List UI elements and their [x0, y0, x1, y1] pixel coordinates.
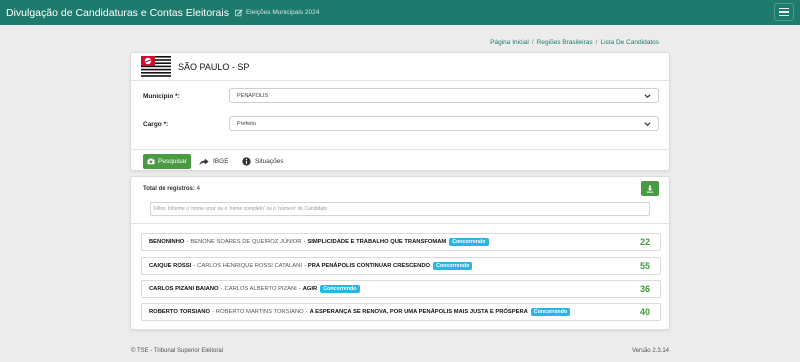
candidate-coalition: PRA PENÁPOLIS CONTINUAR CRESCENDO: [307, 263, 431, 269]
total-records-value: 4: [196, 186, 200, 192]
hamburger-menu-button[interactable]: [774, 3, 794, 21]
municipio-label: Município *:: [143, 93, 180, 100]
camera-icon: [147, 158, 155, 165]
app-title[interactable]: Divulgação de Candidaturas e Contas Elei…: [6, 7, 229, 19]
footer-version: Versão 2.3.14: [631, 348, 669, 354]
candidate-full-name: CARLOS HENRIQUE ROSSI CATALANI: [197, 263, 302, 269]
ibge-button[interactable]: IBGE: [199, 154, 229, 169]
candidate-number: 40: [639, 307, 650, 317]
municipio-select[interactable]: PENÁPOLIS: [229, 88, 659, 103]
status-badge: Concorrendo: [320, 285, 360, 293]
status-badge: Concorrendo: [530, 308, 571, 316]
candidate-row[interactable]: BENONINHO - BENONE SOARES DE QUEIROZ JÚN…: [141, 233, 661, 251]
candidate-coalition: SIMPLICIDADE E TRABALHO QUE TRANSFOMAM: [307, 239, 447, 245]
search-button[interactable]: Pesquisar: [143, 154, 191, 169]
candidate-row[interactable]: CAIQUE ROSSI - CARLOS HENRIQUE ROSSI CAT…: [141, 257, 661, 275]
cargo-value: Prefeito: [237, 120, 256, 127]
state-name: SÃO PAULO - SP: [178, 61, 250, 72]
results-card: Total de registros: 4 Filtro: Informe o …: [130, 176, 670, 330]
candidate-number: 22: [639, 237, 650, 247]
share-arrow-icon: [199, 158, 209, 165]
status-badge: Concorrendo: [449, 238, 489, 246]
situacoes-button-label: Situações: [255, 158, 284, 165]
chevron-down-icon: [644, 94, 651, 99]
candidate-number: 55: [639, 261, 650, 271]
state-header: SÃO PAULO - SP: [141, 56, 249, 77]
election-subtitle[interactable]: Eleições Municipais 2024: [234, 8, 320, 17]
footer-copyright: © TSE - Tribunal Superior Eleitoral: [131, 348, 224, 354]
candidate-coalition: AGIR: [302, 286, 318, 292]
breadcrumb: Página Inicial / Regiões Brasileiras / Lista…: [490, 39, 659, 46]
municipio-value: PENÁPOLIS: [237, 92, 269, 99]
filter-input[interactable]: Filtro: Informe o 'nome urna' ou o 'nome…: [150, 202, 650, 216]
candidate-urna-name: BENONINHO: [149, 239, 185, 245]
download-icon: [646, 184, 654, 193]
search-card: SÃO PAULO - SP Município *: PENÁPOLIS Ca…: [130, 52, 670, 171]
search-button-label: Pesquisar: [158, 158, 187, 165]
situacoes-button[interactable]: Situações: [242, 154, 284, 169]
divider: [131, 223, 669, 224]
candidate-urna-name: CAIQUE ROSSI: [149, 263, 192, 269]
breadcrumb-home[interactable]: Página Inicial: [490, 39, 529, 46]
download-button[interactable]: [641, 181, 659, 196]
status-badge: Concorrendo: [433, 262, 473, 270]
divider: [131, 149, 669, 150]
candidate-row[interactable]: CARLOS PIZANI BAIANO - CARLOS ALBERTO PI…: [141, 280, 661, 298]
candidate-full-name: ROBERTO MARTINS TORSIANO: [215, 309, 304, 315]
candidate-full-name: CARLOS ALBERTO PIZANI: [224, 286, 297, 292]
cargo-label: Cargo *:: [143, 121, 169, 128]
chevron-down-icon: [644, 122, 651, 127]
ibge-button-label: IBGE: [213, 158, 229, 165]
hamburger-icon: [779, 8, 789, 10]
divider: [131, 80, 669, 81]
cargo-select[interactable]: Prefeito: [229, 116, 659, 131]
candidate-row[interactable]: ROBERTO TORSIANO - ROBERTO MARTINS TORSI…: [141, 303, 661, 321]
candidate-urna-name: ROBERTO TORSIANO: [149, 309, 210, 315]
info-icon: [242, 157, 251, 166]
total-records-label: Total de registros:: [143, 186, 195, 192]
candidate-urna-name: CARLOS PIZANI BAIANO: [149, 286, 219, 292]
sao-paulo-flag: [141, 56, 171, 77]
candidate-full-name: BENONE SOARES DE QUEIROZ JÚNIOR: [190, 239, 302, 245]
edit-icon: [234, 8, 243, 16]
election-subtitle-text: Eleições Municipais 2024: [245, 9, 320, 16]
candidate-number: 36: [639, 284, 650, 294]
candidate-coalition: A ESPERANÇA SE RENOVA, POR UMA PENÁPOLIS…: [309, 309, 528, 315]
top-navbar: Divulgação de Candidaturas e Contas Elei…: [0, 0, 800, 25]
breadcrumb-candidates: Lista De Candidatos: [600, 39, 659, 46]
total-records: Total de registros: 4: [143, 186, 200, 192]
breadcrumb-regions[interactable]: Regiões Brasileiras: [537, 39, 593, 46]
